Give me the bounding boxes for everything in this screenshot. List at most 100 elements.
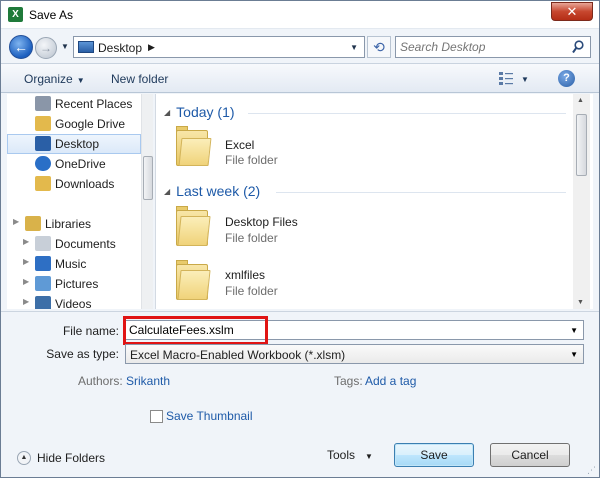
save-options-panel: File name: ▼ Save as type: Excel Macro-E…: [1, 311, 599, 477]
sidebar-item-label: Music: [55, 257, 87, 271]
group-header-label: Today (1): [176, 104, 235, 120]
scrollbar-thumb[interactable]: [576, 114, 587, 176]
sidebar-item-libraries[interactable]: ▶ Libraries: [7, 214, 141, 234]
collapse-up-icon: ▲: [17, 451, 31, 465]
sidebar-item-documents[interactable]: ▶ Documents: [7, 234, 141, 254]
organize-menu[interactable]: Organize ▼: [24, 72, 85, 86]
expand-chevron-icon[interactable]: ▶: [23, 257, 29, 266]
item-type: File folder: [225, 231, 278, 245]
change-view-icon[interactable]: [498, 70, 514, 86]
collapse-triangle-icon[interactable]: ◢: [164, 108, 170, 117]
sidebar-item-google-drive[interactable]: Google Drive: [7, 114, 141, 134]
libraries-icon: [25, 216, 41, 231]
authors-value[interactable]: Srikanth: [126, 374, 170, 388]
cancel-button[interactable]: Cancel: [490, 443, 570, 467]
expand-chevron-icon[interactable]: ▶: [23, 277, 29, 286]
sidebar-item-onedrive[interactable]: OneDrive: [7, 154, 141, 174]
breadcrumb-chevron-icon[interactable]: ▶: [148, 42, 155, 53]
recent-locations-dropdown-icon[interactable]: ▼: [61, 42, 69, 51]
chevron-down-icon[interactable]: ▼: [570, 326, 578, 335]
navigation-bar: ← → ▼ Desktop ▶ ▼ ⟲: [1, 29, 599, 61]
save-thumbnail-checkbox[interactable]: [150, 410, 163, 423]
refresh-button[interactable]: ⟲: [367, 36, 391, 58]
sidebar-item-downloads[interactable]: Downloads: [7, 174, 141, 194]
excel-app-icon: X: [8, 7, 23, 22]
folder-icon: [176, 260, 212, 302]
sidebar-item-label: Downloads: [55, 177, 115, 191]
address-bar[interactable]: Desktop ▶ ▼: [73, 36, 365, 58]
folder-icon: [176, 126, 212, 168]
new-folder-button[interactable]: New folder: [111, 72, 168, 86]
onedrive-icon: [35, 156, 51, 171]
scroll-down-icon[interactable]: ▼: [577, 299, 584, 306]
tools-label: Tools: [327, 448, 356, 462]
sidebar-item-label: Google Drive: [55, 117, 126, 131]
group-header-today[interactable]: ◢ Today (1): [164, 104, 235, 120]
videos-icon: [35, 296, 51, 309]
group-divider: [248, 113, 566, 114]
chevron-down-icon: ▼: [76, 76, 85, 85]
forward-button[interactable]: →: [35, 37, 57, 59]
google-drive-folder-icon: [35, 116, 51, 131]
address-dropdown-icon[interactable]: ▼: [350, 43, 358, 52]
save-as-dialog: X Save As ✕ ← → ▼ Desktop ▶ ▼ ⟲ Organize…: [0, 0, 600, 478]
file-list-scrollbar[interactable]: ▲ ▼: [573, 94, 590, 309]
sidebar-item-desktop[interactable]: Desktop: [7, 134, 141, 154]
sidebar-item-music[interactable]: ▶ Music: [7, 254, 141, 274]
recent-places-icon: [35, 96, 51, 111]
navigation-scrollbar[interactable]: [141, 94, 153, 309]
expand-chevron-icon[interactable]: ▶: [13, 217, 19, 226]
tools-menu[interactable]: Tools ▼: [327, 448, 373, 462]
sidebar-item-recent-places[interactable]: Recent Places: [7, 94, 141, 114]
save-as-type-select[interactable]: Excel Macro-Enabled Workbook (*.xlsm) ▼: [125, 344, 584, 364]
item-name: Excel: [225, 138, 255, 152]
organize-label: Organize: [24, 72, 73, 86]
expand-chevron-icon[interactable]: ▶: [23, 297, 29, 306]
save-as-type-value: Excel Macro-Enabled Workbook (*.xlsm): [130, 348, 346, 362]
list-item[interactable]: xmlfiles File folder: [156, 256, 456, 306]
sidebar-item-pictures[interactable]: ▶ Pictures: [7, 274, 141, 294]
command-bar: Organize ▼ New folder ▼ ?: [1, 63, 599, 93]
window-title: Save As: [29, 8, 74, 22]
sidebar-item-label: Recent Places: [55, 97, 133, 111]
group-header-label: Last week (2): [176, 183, 261, 199]
sidebar-item-label: Pictures: [55, 277, 99, 291]
back-button[interactable]: ←: [9, 35, 33, 59]
search-input[interactable]: [400, 39, 568, 55]
group-divider: [276, 192, 566, 193]
scroll-up-icon[interactable]: ▲: [577, 97, 584, 104]
list-item[interactable]: Excel File folder: [156, 122, 456, 172]
help-button[interactable]: ?: [558, 70, 575, 87]
authors-label: Authors:: [78, 374, 123, 388]
sidebar-item-label: Videos: [55, 297, 92, 309]
address-breadcrumb-desktop[interactable]: Desktop: [98, 41, 142, 55]
tags-label: Tags:: [334, 374, 363, 388]
folder-icon: [176, 206, 212, 248]
item-type: File folder: [225, 284, 278, 298]
desktop-location-icon: [78, 41, 94, 53]
list-item[interactable]: Desktop Files File folder: [156, 202, 456, 252]
file-name-highlight-box: [123, 316, 268, 345]
view-options-dropdown-icon[interactable]: ▼: [521, 75, 529, 84]
downloads-icon: [35, 176, 51, 191]
pictures-icon: [35, 276, 51, 291]
search-box[interactable]: [395, 36, 591, 58]
group-header-last-week[interactable]: ◢ Last week (2): [164, 183, 260, 199]
desktop-icon: [35, 136, 51, 151]
sidebar-item-videos[interactable]: ▶ Videos: [7, 294, 141, 309]
add-tag-link[interactable]: Add a tag: [365, 374, 416, 388]
save-thumbnail-label[interactable]: Save Thumbnail: [166, 409, 253, 423]
collapse-triangle-icon[interactable]: ◢: [164, 187, 170, 196]
scrollbar-thumb[interactable]: [143, 156, 153, 200]
search-icon[interactable]: [572, 40, 584, 54]
chevron-down-icon[interactable]: ▼: [570, 350, 578, 359]
sidebar-item-label: OneDrive: [55, 157, 106, 171]
chevron-down-icon: ▼: [365, 452, 373, 461]
item-type: File folder: [225, 153, 278, 167]
file-name-label: File name:: [62, 324, 119, 338]
navigation-pane: Recent Places Google Drive Desktop OneDr…: [7, 94, 153, 309]
resize-grip-icon[interactable]: ⋰: [587, 465, 597, 475]
expand-chevron-icon[interactable]: ▶: [23, 237, 29, 246]
save-button[interactable]: Save: [394, 443, 474, 467]
close-button[interactable]: ✕: [551, 2, 593, 21]
